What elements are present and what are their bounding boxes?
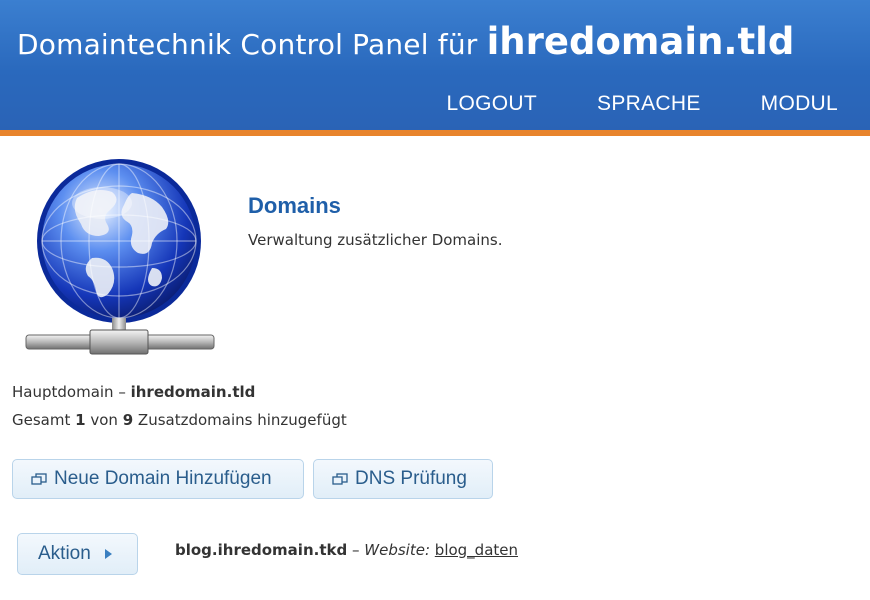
panel-title-domain: ihredomain.tld	[486, 20, 795, 63]
nav-logout[interactable]: LOGOUT	[447, 92, 537, 116]
add-domain-label: Neue Domain Hinzufügen	[54, 468, 272, 489]
domain-stats: Hauptdomain – ihredomain.tld Gesamt 1 vo…	[12, 378, 347, 434]
total-prefix: Gesamt	[12, 411, 71, 429]
main-domain-line: Hauptdomain – ihredomain.tld	[12, 378, 347, 406]
network-globe-icon	[22, 158, 218, 360]
domain-separator: –	[352, 541, 360, 559]
dns-check-button[interactable]: DNS Prüfung	[313, 459, 493, 499]
dns-check-label: DNS Prüfung	[355, 468, 467, 489]
main-domain-label: Hauptdomain –	[12, 383, 126, 401]
total-mid: von	[90, 411, 118, 429]
nav-sprache[interactable]: SPRACHE	[597, 92, 701, 116]
total-suffix: Zusatzdomains hinzugefügt	[137, 411, 347, 429]
panel-title: Domaintechnik Control Panel für ihredoma…	[17, 20, 794, 63]
website-label: Website:	[364, 541, 431, 559]
page-title: Domains	[248, 193, 341, 218]
new-window-icon	[332, 473, 348, 485]
action-button[interactable]: Aktion	[17, 533, 138, 575]
triangle-right-icon	[104, 549, 112, 559]
total-max: 9	[122, 411, 134, 429]
domain-name: blog.ihredomain.tkd	[175, 541, 348, 559]
top-nav: LOGOUT SPRACHE MODUL	[387, 92, 838, 116]
add-domain-button[interactable]: Neue Domain Hinzufügen	[12, 459, 304, 499]
website-link[interactable]: blog_daten	[435, 541, 518, 559]
page-description: Verwaltung zusätzlicher Domains.	[248, 231, 503, 249]
panel-title-prefix: Domaintechnik Control Panel für	[17, 28, 478, 61]
new-window-icon	[31, 473, 47, 485]
header: Domaintechnik Control Panel für ihredoma…	[0, 0, 870, 136]
domain-list-item: blog.ihredomain.tkd – Website: blog_date…	[175, 541, 518, 559]
total-domains-line: Gesamt 1 von 9 Zusatzdomains hinzugefügt	[12, 406, 347, 434]
intro: Domains Verwaltung zusätzlicher Domains.	[248, 193, 503, 249]
total-count: 1	[75, 411, 86, 429]
action-label: Aktion	[38, 543, 91, 564]
main-domain-value: ihredomain.tld	[130, 383, 256, 401]
nav-modul[interactable]: MODUL	[761, 92, 838, 116]
